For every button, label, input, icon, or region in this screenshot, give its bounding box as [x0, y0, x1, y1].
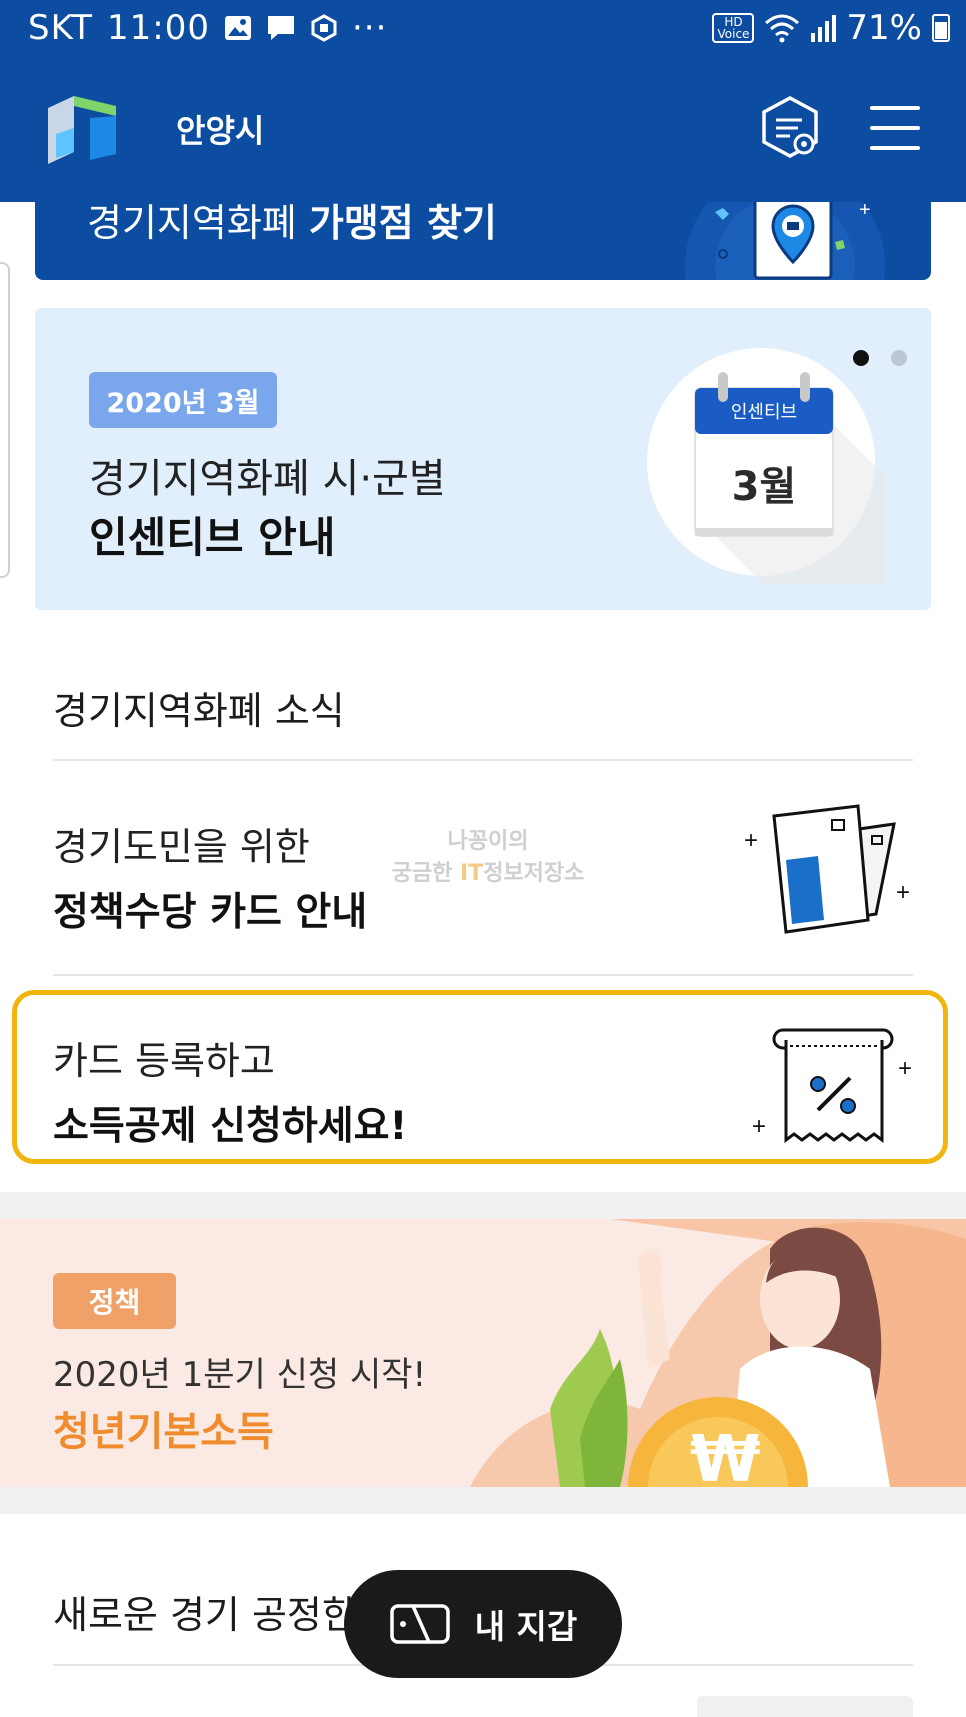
- hamburger-menu-icon[interactable]: [870, 106, 920, 150]
- policy-badge: 정책: [53, 1273, 176, 1329]
- svg-text:+: +: [898, 1055, 912, 1082]
- fair-section-title: 새로운 경기 공정한: [53, 1593, 357, 1637]
- clock: 11:00: [107, 8, 210, 48]
- youth-income-banner[interactable]: ₩ 정책 2020년 1분기 신청 시작! 청년기본소득: [0, 1219, 966, 1487]
- gallery-notification-icon: [225, 16, 251, 40]
- won-coin-symbol: ₩: [690, 1423, 761, 1487]
- incentive-date-badge: 2020년 3월: [89, 372, 277, 428]
- svg-text:+: +: [896, 879, 910, 906]
- app-notification-icon: [311, 14, 337, 42]
- youth-banner-line1: 2020년 1분기 신청 시작!: [53, 1355, 427, 1395]
- calendar-month-label: 3월: [731, 464, 797, 510]
- section-separator: [0, 1192, 966, 1219]
- wifi-icon: [765, 14, 800, 43]
- fair-section-card[interactable]: [697, 1696, 913, 1717]
- message-notification-icon: [268, 16, 294, 40]
- wallet-icon: [389, 1604, 450, 1644]
- status-right: HD Voice 71%: [712, 8, 950, 48]
- signal-icon: [811, 15, 837, 42]
- youth-illustration: ₩: [470, 1219, 966, 1487]
- incentive-banner[interactable]: 2020년 3월 경기지역화폐 시·군별 인센티브 안내 인센티브 3월: [35, 308, 931, 610]
- section-separator: [0, 1487, 966, 1514]
- svg-text:+: +: [752, 1113, 766, 1140]
- incentive-title-line1: 경기지역화폐 시·군별: [89, 456, 446, 502]
- my-wallet-button[interactable]: 내 지갑: [344, 1570, 622, 1678]
- carousel-dot-2[interactable]: [891, 350, 907, 366]
- more-notifications: ···: [352, 8, 388, 48]
- receipt-percent-icon: + +: [752, 1028, 912, 1143]
- city-name: 안양시: [176, 112, 265, 150]
- store-banner-text: 경기지역화폐 가맹점 찾기: [87, 202, 497, 245]
- store-finder-banner[interactable]: 경기지역화폐 가맹점 찾기 +: [35, 202, 931, 280]
- divider: [53, 974, 913, 976]
- settings-document-icon[interactable]: [760, 96, 820, 160]
- youth-banner-line2: 청년기본소득: [53, 1409, 274, 1455]
- hd-voice-icon: HD Voice: [712, 13, 755, 43]
- battery-icon: [932, 14, 950, 42]
- news-section-title: 경기지역화폐 소식: [53, 689, 345, 733]
- incentive-title-line2: 인센티브 안내: [89, 513, 336, 562]
- svg-text:+: +: [744, 827, 758, 854]
- app-header: 안양시: [0, 56, 966, 202]
- policy-card-icon: + +: [744, 804, 910, 934]
- status-bar: SKT 11:00 ··· HD Voice 71%: [0, 0, 966, 56]
- my-wallet-label: 내 지갑: [474, 1607, 578, 1646]
- status-left: SKT 11:00 ···: [28, 8, 387, 48]
- edge-panel-handle[interactable]: [0, 262, 10, 578]
- divider: [53, 759, 913, 761]
- watermark: 나꽁이의 궁금한 IT정보저장소: [391, 829, 585, 886]
- calendar-header-label: 인센티브: [730, 402, 798, 423]
- carrier-label: SKT: [28, 8, 94, 48]
- gyeonggi-logo-icon[interactable]: [44, 94, 120, 166]
- svg-text:+: +: [859, 202, 871, 221]
- store-map-pin-icon: +: [685, 202, 885, 280]
- calendar-icon: 인센티브 3월: [643, 344, 883, 584]
- battery-percent: 71%: [846, 8, 922, 48]
